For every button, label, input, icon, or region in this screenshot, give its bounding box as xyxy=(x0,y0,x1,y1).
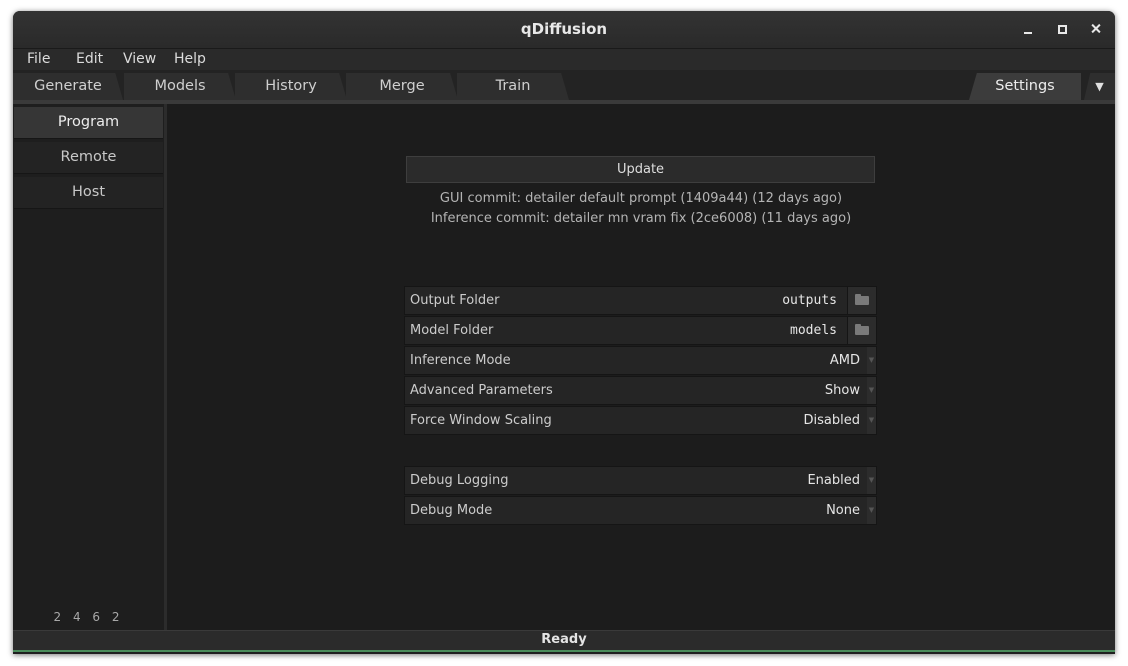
dropdown-arrow-icon[interactable]: ▼ xyxy=(867,497,876,524)
minimize-button[interactable] xyxy=(1021,22,1035,36)
menu-view[interactable]: View xyxy=(123,51,156,67)
sidebar-item-remote[interactable]: Remote xyxy=(14,142,163,174)
debug-mode-select[interactable]: Debug Mode None ▼ xyxy=(404,496,877,525)
force-window-scaling-label: Force Window Scaling xyxy=(410,413,552,428)
menu-edit[interactable]: Edit xyxy=(76,51,103,67)
debug-mode-label: Debug Mode xyxy=(410,503,493,518)
force-window-scaling-select[interactable]: Force Window Scaling Disabled ▼ xyxy=(404,406,877,435)
advanced-parameters-value[interactable]: Show xyxy=(825,383,860,398)
close-button[interactable] xyxy=(1089,22,1103,36)
debug-logging-value[interactable]: Enabled xyxy=(807,473,860,488)
sidebar-footer-info: 2 4 6 2 xyxy=(53,610,124,624)
model-folder-row: Model Folder models xyxy=(404,316,877,345)
status-text: Ready xyxy=(541,632,587,647)
dropdown-arrow-icon[interactable]: ▼ xyxy=(867,467,876,494)
status-bar: Ready xyxy=(13,630,1115,651)
tab-merge[interactable]: Merge xyxy=(346,73,458,100)
progress-fill xyxy=(13,650,1115,652)
window-title: qDiffusion xyxy=(520,20,608,38)
menu-help[interactable]: Help xyxy=(174,51,206,67)
menu-bar: File Edit View Help xyxy=(13,49,1115,70)
inference-mode-value[interactable]: AMD xyxy=(830,353,860,368)
inference-mode-label: Inference Mode xyxy=(410,353,511,368)
inference-commit-text: Inference commit: detailer mn vram fix (… xyxy=(430,211,852,226)
tab-train[interactable]: Train xyxy=(457,73,569,100)
force-window-scaling-value[interactable]: Disabled xyxy=(804,413,860,428)
dropdown-arrow-icon[interactable]: ▼ xyxy=(867,407,876,434)
output-folder-field[interactable]: outputs xyxy=(782,293,837,308)
folder-icon xyxy=(855,294,869,305)
output-folder-row: Output Folder outputs xyxy=(404,286,877,315)
debug-mode-value[interactable]: None xyxy=(826,503,860,518)
advanced-parameters-label: Advanced Parameters xyxy=(410,383,553,398)
output-folder-label: Output Folder xyxy=(410,293,500,308)
folder-icon xyxy=(855,324,869,335)
advanced-parameters-select[interactable]: Advanced Parameters Show ▼ xyxy=(404,376,877,405)
tab-settings[interactable]: Settings xyxy=(969,73,1081,100)
dropdown-arrow-icon[interactable]: ▼ xyxy=(867,377,876,404)
tab-generate[interactable]: Generate xyxy=(13,73,123,100)
tab-models[interactable]: Models xyxy=(124,73,236,100)
tab-bar: Generate Models History Merge Train Sett… xyxy=(13,70,1115,100)
output-folder-browse-button[interactable] xyxy=(847,287,876,314)
debug-logging-select[interactable]: Debug Logging Enabled ▼ xyxy=(404,466,877,495)
sidebar-item-program[interactable]: Program xyxy=(14,107,163,139)
tab-history[interactable]: History xyxy=(235,73,347,100)
sidebar-divider[interactable] xyxy=(164,104,167,630)
tab-divider xyxy=(13,100,1115,104)
gui-commit-text: GUI commit: detailer default prompt (140… xyxy=(439,191,843,206)
sidebar-item-host[interactable]: Host xyxy=(14,177,163,209)
debug-logging-label: Debug Logging xyxy=(410,473,509,488)
inference-mode-select[interactable]: Inference Mode AMD ▼ xyxy=(404,346,877,375)
app-window: qDiffusion File Edit View Help Generate … xyxy=(13,11,1115,654)
update-button[interactable]: Update xyxy=(406,156,875,183)
title-bar[interactable]: qDiffusion xyxy=(13,11,1115,49)
dropdown-arrow-icon[interactable]: ▼ xyxy=(867,347,876,374)
model-folder-label: Model Folder xyxy=(410,323,494,338)
model-folder-browse-button[interactable] xyxy=(847,317,876,344)
progress-bar xyxy=(13,650,1115,654)
model-folder-field[interactable]: models xyxy=(790,323,837,338)
settings-sidebar: Program Remote Host xyxy=(13,104,164,630)
menu-file[interactable]: File xyxy=(27,51,50,67)
maximize-button[interactable] xyxy=(1055,22,1069,36)
